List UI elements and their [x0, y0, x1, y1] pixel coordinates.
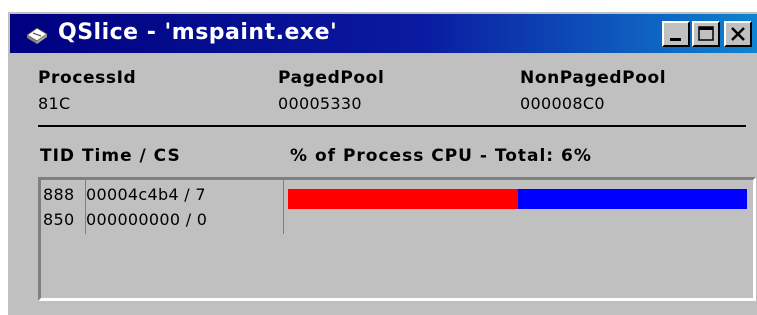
thread-column-header: TID Time / CS — [40, 146, 181, 166]
qslice-window: QSlice - 'mspaint.exe' ProcessId 81C Pag… — [6, 10, 757, 315]
thread-list[interactable]: 888 00004c4b4 / 7 850 000000000 / 0 — [38, 177, 756, 301]
cpu-bar-red-segment — [288, 189, 518, 209]
close-button[interactable] — [724, 21, 752, 47]
cpu-total-header: % of Process CPU - Total: 6% — [290, 146, 592, 166]
paged-pool-value: 00005330 — [278, 94, 362, 113]
paged-pool-label: PagedPool — [278, 68, 385, 88]
cpu-bar-blue-segment — [517, 189, 747, 209]
process-id-label: ProcessId — [38, 68, 137, 88]
maximize-icon — [698, 26, 714, 41]
title-bar[interactable]: QSlice - 'mspaint.exe' — [10, 14, 757, 53]
nonpaged-pool-value: 000008C0 — [520, 94, 605, 113]
thread-time-cs: 00004c4b4 / 7 — [86, 185, 206, 204]
thread-tid: 888 — [43, 185, 75, 204]
minimize-button[interactable] — [662, 21, 690, 47]
thread-tid: 850 — [43, 210, 75, 229]
close-icon — [731, 27, 745, 41]
header-separator — [38, 125, 746, 127]
nonpaged-pool-label: NonPagedPool — [520, 68, 667, 88]
process-id-value: 81C — [38, 94, 71, 113]
thread-time-cs: 000000000 / 0 — [86, 210, 208, 229]
thread-cpu-bar — [288, 189, 747, 209]
window-title: QSlice - 'mspaint.exe' — [58, 20, 338, 45]
qslice-app-icon — [24, 23, 50, 45]
time-column-divider — [283, 180, 284, 234]
minimize-icon — [670, 38, 681, 41]
maximize-button[interactable] — [692, 21, 720, 47]
